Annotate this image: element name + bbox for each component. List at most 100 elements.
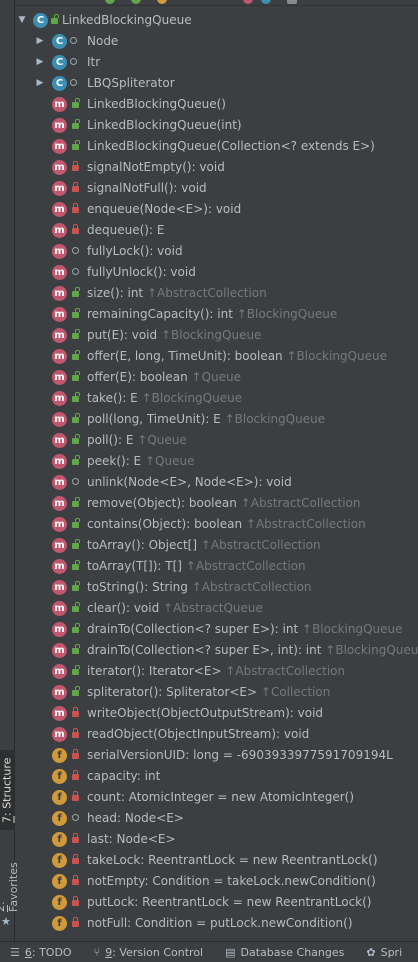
method-row[interactable]: m peek(): E ↑Queue xyxy=(15,451,418,472)
collapse-arrow-icon[interactable]: ▶ xyxy=(35,31,45,52)
inherited-from-label: ↑BlockingQueue xyxy=(325,643,418,657)
method-row[interactable]: m toArray(): Object[] ↑AbstractCollection xyxy=(15,535,418,556)
field-row[interactable]: f capacity: int xyxy=(15,766,418,787)
public-lock-icon xyxy=(70,514,80,535)
member-label: drainTo(Collection<? super E>, int): int… xyxy=(87,640,418,661)
method-row[interactable]: m fullyLock(): void xyxy=(15,241,418,262)
toolbar-gray-icon[interactable] xyxy=(287,0,297,4)
public-lock-icon xyxy=(70,430,80,451)
method-row[interactable]: m dequeue(): E xyxy=(15,220,418,241)
method-row[interactable]: m LinkedBlockingQueue(Collection<? extend… xyxy=(15,136,418,157)
method-icon: m xyxy=(52,538,67,553)
tree-root-row[interactable]: ▼ C LinkedBlockingQueue xyxy=(15,10,418,31)
member-signature: dequeue(): E xyxy=(87,223,165,237)
method-row[interactable]: m readObject(ObjectInputStream): void xyxy=(15,724,418,745)
expand-arrow-icon[interactable]: ▼ xyxy=(17,10,27,31)
member-signature: clear(): void xyxy=(87,601,160,615)
public-lock-icon xyxy=(49,10,59,31)
package-dot-icon xyxy=(68,52,78,73)
public-lock-icon xyxy=(70,283,80,304)
toolbar-blue-icon[interactable] xyxy=(261,0,271,4)
public-lock-icon xyxy=(70,619,80,640)
field-row[interactable]: f head: Node<E> xyxy=(15,808,418,829)
private-lock-icon xyxy=(70,724,80,745)
member-label: offer(E, long, TimeUnit): boolean ↑Block… xyxy=(87,346,387,367)
method-row[interactable]: m put(E): void ↑BlockingQueue xyxy=(15,325,418,346)
method-icon: m xyxy=(52,265,67,280)
method-row[interactable]: m LinkedBlockingQueue() xyxy=(15,94,418,115)
field-row[interactable]: f takeLock: ReentrantLock = new Reentrant… xyxy=(15,850,418,871)
inherited-from-label: ↑Queue xyxy=(144,454,195,468)
bottom-tab-list[interactable]: ☰ 6: TODO xyxy=(10,946,72,959)
favorites-tab[interactable]: 2: Favorites xyxy=(0,850,20,912)
toolbar-green-icon[interactable] xyxy=(105,0,115,4)
nested-class-row[interactable]: ▶ C LBQSpliterator xyxy=(15,73,418,94)
public-lock-icon xyxy=(70,136,80,157)
method-row[interactable]: m drainTo(Collection<? super E>, int): in… xyxy=(15,640,418,661)
toolbar-green-icon-2[interactable] xyxy=(131,0,141,4)
member-label: take(): E ↑BlockingQueue xyxy=(87,388,242,409)
private-lock-icon xyxy=(70,829,80,850)
toolbar-red-icon[interactable] xyxy=(243,0,253,4)
field-row[interactable]: f last: Node<E> xyxy=(15,829,418,850)
method-row[interactable]: m contains(Object): boolean ↑AbstractColl… xyxy=(15,514,418,535)
method-icon: m xyxy=(52,244,67,259)
bottom-tab-spring[interactable]: ✿ Spri xyxy=(366,946,402,959)
method-icon: m xyxy=(52,580,67,595)
field-row[interactable]: f notEmpty: Condition = takeLock.newCondi… xyxy=(15,871,418,892)
method-row[interactable]: m drainTo(Collection<? super E>): int ↑Bl… xyxy=(15,619,418,640)
private-lock-icon xyxy=(70,178,80,199)
favorites-tab-num: 2 xyxy=(0,905,7,912)
member-signature: count: AtomicInteger = new AtomicInteger… xyxy=(87,790,355,804)
method-row[interactable]: m writeObject(ObjectOutputStream): void xyxy=(15,703,418,724)
bottom-tab-branch[interactable]: ⑂ 9: Version Control xyxy=(94,946,204,959)
method-row[interactable]: m take(): E ↑BlockingQueue xyxy=(15,388,418,409)
method-row[interactable]: m clear(): void ↑AbstractQueue xyxy=(15,598,418,619)
structure-tab[interactable]: 7: Structure xyxy=(0,750,14,830)
method-row[interactable]: m signalNotEmpty(): void xyxy=(15,157,418,178)
member-signature: LinkedBlockingQueue(Collection<? extends… xyxy=(87,139,375,153)
field-row[interactable]: f putLock: ReentrantLock = new ReentrantL… xyxy=(15,892,418,913)
method-icon: m xyxy=(52,328,67,343)
method-icon: m xyxy=(52,118,67,133)
member-label: remove(Object): boolean ↑AbstractCollect… xyxy=(87,493,360,514)
method-row[interactable]: m unlink(Node<E>, Node<E>): void xyxy=(15,472,418,493)
method-row[interactable]: m offer(E): boolean ↑Queue xyxy=(15,367,418,388)
method-row[interactable]: m remove(Object): boolean ↑AbstractCollec… xyxy=(15,493,418,514)
method-row[interactable]: m offer(E, long, TimeUnit): boolean ↑Bloc… xyxy=(15,346,418,367)
nested-class-row[interactable]: ▶ C Itr xyxy=(15,52,418,73)
collapse-arrow-icon[interactable]: ▶ xyxy=(35,73,45,94)
method-row[interactable]: m spliterator(): Spliterator<E> ↑Collecti… xyxy=(15,682,418,703)
method-row[interactable]: m fullyUnlock(): void xyxy=(15,262,418,283)
member-signature: put(E): void xyxy=(87,328,158,342)
member-signature: fullyUnlock(): void xyxy=(87,265,196,279)
method-row[interactable]: m size(): int ↑AbstractCollection xyxy=(15,283,418,304)
method-row[interactable]: m enqueue(Node<E>): void xyxy=(15,199,418,220)
method-row[interactable]: m toArray(T[]): T[] ↑AbstractCollection xyxy=(15,556,418,577)
private-lock-icon xyxy=(70,787,80,808)
method-icon: m xyxy=(52,664,67,679)
field-icon: f xyxy=(52,832,67,847)
member-signature: offer(E): boolean xyxy=(87,370,188,384)
list-icon: ☰ xyxy=(10,945,20,959)
member-label: peek(): E ↑Queue xyxy=(87,451,194,472)
member-label: LinkedBlockingQueue() xyxy=(87,94,226,115)
method-row[interactable]: m signalNotFull(): void xyxy=(15,178,418,199)
toolbar-orange-icon[interactable] xyxy=(157,0,167,4)
field-row[interactable]: f serialVersionUID: long = -6903933977591… xyxy=(15,745,418,766)
method-row[interactable]: m toString(): String ↑AbstractCollection xyxy=(15,577,418,598)
method-row[interactable]: m iterator(): Iterator<E> ↑AbstractCollec… xyxy=(15,661,418,682)
field-row[interactable]: f notFull: Condition = putLock.newConditi… xyxy=(15,913,418,934)
method-row[interactable]: m remainingCapacity(): int ↑BlockingQueue xyxy=(15,304,418,325)
bottom-tab-database[interactable]: ▤ Database Changes xyxy=(225,946,344,959)
public-lock-icon xyxy=(70,346,80,367)
method-icon: m xyxy=(52,349,67,364)
nested-class-row[interactable]: ▶ C Node xyxy=(15,31,418,52)
member-signature: toArray(T[]): T[] xyxy=(87,559,182,573)
package-dot-icon xyxy=(70,808,80,829)
collapse-arrow-icon[interactable]: ▶ xyxy=(35,52,45,73)
method-row[interactable]: m poll(): E ↑Queue xyxy=(15,430,418,451)
method-row[interactable]: m poll(long, TimeUnit): E ↑BlockingQueue xyxy=(15,409,418,430)
field-row[interactable]: f count: AtomicInteger = new AtomicIntege… xyxy=(15,787,418,808)
method-row[interactable]: m LinkedBlockingQueue(int) xyxy=(15,115,418,136)
